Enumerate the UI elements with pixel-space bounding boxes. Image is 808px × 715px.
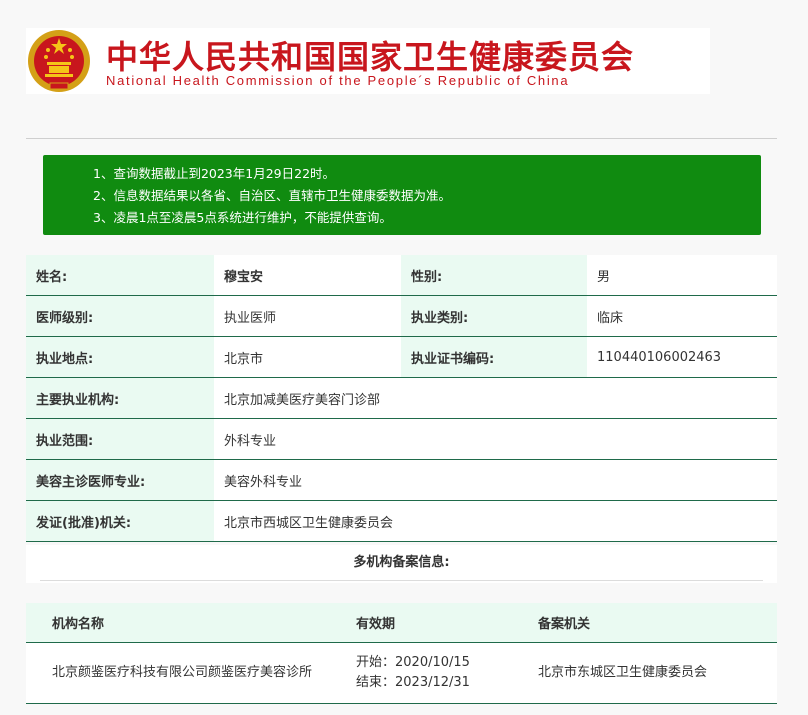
name-label: 姓名: <box>26 255 214 296</box>
location-value: 北京市 <box>214 336 401 378</box>
multi-org-title: 多机构备案信息: <box>26 545 777 583</box>
info-row-org: 主要执业机构: 北京加减美医疗美容门诊部 <box>26 377 777 419</box>
notice-item: 3、凌晨1点至凌晨5点系统进行维护，不能提供查询。 <box>93 210 392 225</box>
header-divider <box>26 138 777 139</box>
info-row-name-gender: 姓名: 穆宝安 性别: 男 <box>26 255 777 296</box>
site-title-english: National Health Commission of the People… <box>106 73 570 88</box>
column-header-validity: 有效期 <box>356 603 538 643</box>
gender-value: 男 <box>587 255 777 296</box>
record-start-date: 开始：2020/10/15 <box>356 655 470 670</box>
record-validity: 开始：2020/10/15 结束：2023/12/31 <box>356 642 538 704</box>
national-emblem-icon <box>28 30 90 92</box>
category-label: 执业类别: <box>401 295 587 337</box>
column-header-org: 机构名称 <box>26 603 356 643</box>
record-authority: 北京市东城区卫生健康委员会 <box>538 642 777 704</box>
multi-org-table: 机构名称 有效期 备案机关 北京颜鉴医疗科技有限公司颜鉴医疗美容诊所 开始：20… <box>26 603 777 704</box>
record-org-name: 北京颜鉴医疗科技有限公司颜鉴医疗美容诊所 <box>26 642 356 704</box>
doctor-info-table: 姓名: 穆宝安 性别: 男 医师级别: 执业医师 执业类别: 临床 执业地点: … <box>26 255 777 542</box>
notice-box: 1、查询数据截止到2023年1月29日22时。 2、信息数据结果以各省、自治区、… <box>43 155 761 235</box>
scope-label: 执业范围: <box>26 418 214 460</box>
category-value: 临床 <box>587 295 777 337</box>
info-row-issuer: 发证(批准)机关: 北京市西城区卫生健康委员会 <box>26 500 777 542</box>
issuer-value: 北京市西城区卫生健康委员会 <box>214 500 777 542</box>
info-row-scope: 执业范围: 外科专业 <box>26 418 777 460</box>
cert-label: 执业证书编码: <box>401 336 587 378</box>
cosmetic-label: 美容主诊医师专业: <box>26 459 214 501</box>
notice-item: 2、信息数据结果以各省、自治区、直辖市卫生健康委数据为准。 <box>93 188 451 203</box>
org-label: 主要执业机构: <box>26 377 214 419</box>
info-row-cosmetic: 美容主诊医师专业: 美容外科专业 <box>26 459 777 501</box>
scope-value: 外科专业 <box>214 418 777 460</box>
cosmetic-value: 美容外科专业 <box>214 459 777 501</box>
info-row-level-category: 医师级别: 执业医师 执业类别: 临床 <box>26 295 777 337</box>
notice-item: 1、查询数据截止到2023年1月29日22时。 <box>93 166 336 181</box>
cert-value: 110440106002463 <box>587 336 777 378</box>
multi-org-header-row: 机构名称 有效期 备案机关 <box>26 603 777 643</box>
name-value: 穆宝安 <box>214 255 401 296</box>
table-row: 北京颜鉴医疗科技有限公司颜鉴医疗美容诊所 开始：2020/10/15 结束：20… <box>26 642 777 704</box>
header-banner: 中华人民共和国国家卫生健康委员会 National Health Commiss… <box>26 28 710 94</box>
record-end-date: 结束：2023/12/31 <box>356 675 470 690</box>
info-row-location-cert: 执业地点: 北京市 执业证书编码: 110440106002463 <box>26 336 777 378</box>
org-value: 北京加减美医疗美容门诊部 <box>214 377 777 419</box>
level-label: 医师级别: <box>26 295 214 337</box>
site-title-chinese: 中华人民共和国国家卫生健康委员会 <box>106 38 635 76</box>
gender-label: 性别: <box>401 255 587 296</box>
column-header-authority: 备案机关 <box>538 603 777 643</box>
location-label: 执业地点: <box>26 336 214 378</box>
level-value: 执业医师 <box>214 295 401 337</box>
issuer-label: 发证(批准)机关: <box>26 500 214 542</box>
